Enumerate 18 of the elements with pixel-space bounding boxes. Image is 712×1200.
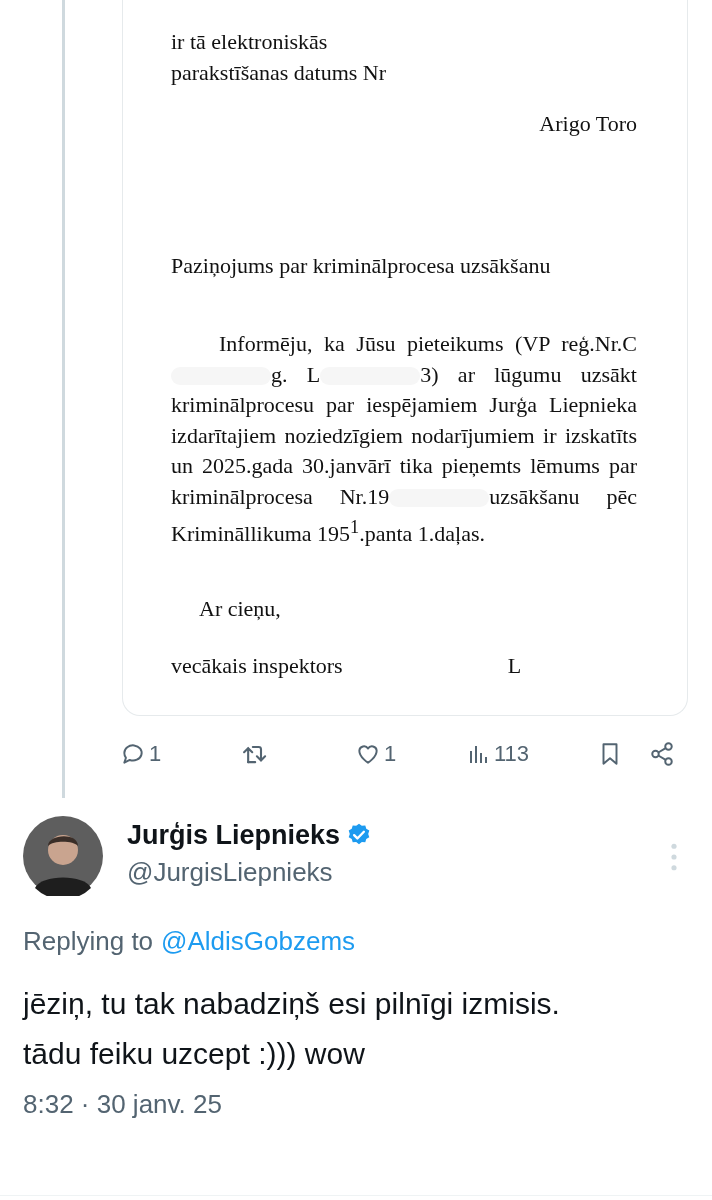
document-title: Paziņojums par kriminālprocesa uzsākšanu — [171, 252, 552, 280]
document-paragraph: Informēju, ka Jūsu pieteikums (VP reģ.Nr.C g. L 3) ar lūgumu uzsākt kriminālprocesu par iespējamiem Jurģa Liepnieka izdarītajiem noziedzīgiem nodarījumiem ir izskatīts un 2025.gada 30.janvārī tika pieņemts lēmums par kriminālprocesa Nr.19 uzsākšanu pēc Krimināllikuma 195$^{1}$.panta 1.daļas. — [171, 330, 637, 549]
share-button[interactable] — [649, 740, 675, 767]
like-button[interactable]: 1 — [355, 740, 467, 767]
document-text: ir tā elektroniskās — [171, 28, 329, 56]
replying-label: Replying to — [23, 925, 154, 957]
document-text: parakstīšanas datums Nr — [171, 59, 388, 87]
document-text: L — [507, 651, 522, 680]
author-name[interactable]: Jurģis Liepnieks — [127, 819, 341, 851]
reply-button[interactable]: 1 — [120, 740, 240, 767]
document-text: Arigo Toro — [538, 110, 637, 138]
timestamp[interactable]: 8:32 · 30 janv. 25 — [23, 1088, 688, 1120]
document-text: Ar cieņu, — [198, 594, 282, 623]
document-text: vecākais inspektors — [171, 651, 343, 680]
tweet-text: jēziņ, tu tak nabadziņš esi pilnīgi izmisis. tādu feiku uzcept :))) wow — [23, 985, 561, 1072]
share-icon — [649, 740, 675, 767]
author-handle[interactable]: @JurgisLiepnieks — [127, 856, 670, 888]
views-button[interactable]: 113 — [467, 740, 597, 767]
